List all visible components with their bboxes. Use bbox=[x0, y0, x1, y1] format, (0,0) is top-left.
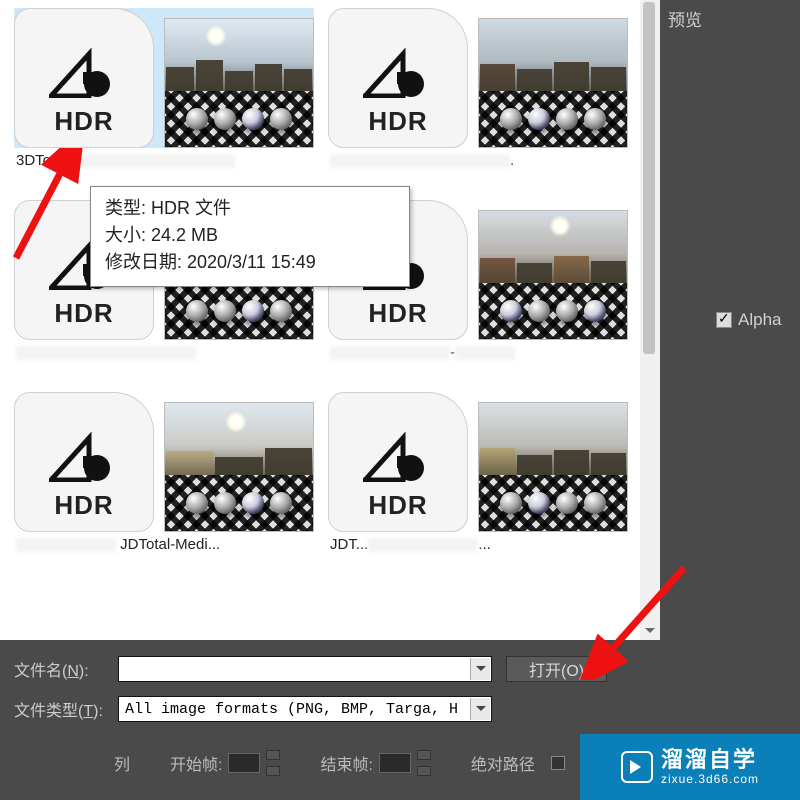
filename-input[interactable] bbox=[118, 656, 492, 682]
hdr-badge: HDR bbox=[368, 106, 427, 137]
file-name-label bbox=[14, 344, 314, 364]
file-name-label: - bbox=[328, 344, 628, 364]
hdr-preview-thumbnail bbox=[164, 402, 314, 532]
hdr-badge: HDR bbox=[368, 490, 427, 521]
file-name-label: . bbox=[328, 152, 628, 172]
tooltip-type: 类型: HDR 文件 bbox=[105, 195, 395, 222]
start-frame-field[interactable]: 开始帧: bbox=[170, 750, 280, 776]
filename-label: 文件名(N): bbox=[14, 657, 104, 681]
abs-path-checkbox[interactable]: 绝对路径 bbox=[471, 750, 565, 776]
file-item[interactable]: HDR JDTotal-Medi... bbox=[14, 392, 314, 556]
hdr-file-icon: HDR bbox=[14, 392, 154, 532]
hdr-preview-thumbnail bbox=[164, 18, 314, 148]
annotation-arrow-icon bbox=[580, 560, 700, 680]
hdr-badge: HDR bbox=[368, 298, 427, 329]
play-icon bbox=[621, 751, 653, 783]
hdr-file-icon: HDR bbox=[328, 8, 468, 148]
hdr-preview-thumbnail bbox=[478, 402, 628, 532]
hdr-file-icon: HDR bbox=[328, 392, 468, 532]
file-name-label: JDTotal-Medi... bbox=[14, 536, 314, 556]
file-name-label: JDT...... bbox=[328, 536, 628, 556]
file-item[interactable]: HDR . bbox=[328, 8, 628, 172]
filetype-label: 文件类型(T): bbox=[14, 697, 104, 721]
logo-text-cn: 溜溜自学 bbox=[661, 748, 759, 772]
filetype-select[interactable]: All image formats (PNG, BMP, Targa, H bbox=[118, 696, 492, 722]
dropdown-button[interactable] bbox=[470, 658, 490, 680]
logo-text-en: zixue.3d66.com bbox=[661, 773, 759, 786]
watermark-logo: 溜溜自学 zixue.3d66.com bbox=[580, 734, 800, 800]
hdr-file-icon: HDR bbox=[14, 8, 154, 148]
hdr-preview-thumbnail bbox=[478, 210, 628, 340]
file-browser: HDR 3DTot HDR bbox=[0, 0, 660, 640]
tooltip-size: 大小: 24.2 MB bbox=[105, 222, 395, 249]
hdr-badge: HDR bbox=[54, 490, 113, 521]
annotation-arrow-icon bbox=[4, 148, 94, 268]
alpha-checkbox[interactable] bbox=[716, 312, 732, 328]
scrollbar[interactable] bbox=[640, 0, 660, 640]
file-item[interactable]: HDR JDT...... bbox=[328, 392, 628, 556]
tooltip-date: 修改日期: 2020/3/11 15:49 bbox=[105, 249, 395, 276]
end-frame-field[interactable]: 结束帧: bbox=[320, 750, 430, 776]
alpha-label: Alpha bbox=[738, 310, 781, 330]
preview-panel: 预览 Alpha bbox=[660, 0, 800, 640]
column-option[interactable]: 列 bbox=[114, 750, 130, 776]
dropdown-button[interactable] bbox=[470, 698, 490, 720]
file-tooltip: 类型: HDR 文件 大小: 24.2 MB 修改日期: 2020/3/11 1… bbox=[90, 186, 410, 287]
hdr-badge: HDR bbox=[54, 298, 113, 329]
preview-label: 预览 bbox=[668, 6, 702, 634]
hdr-badge: HDR bbox=[54, 106, 113, 137]
hdr-preview-thumbnail bbox=[478, 18, 628, 148]
scroll-thumb[interactable] bbox=[643, 2, 655, 354]
